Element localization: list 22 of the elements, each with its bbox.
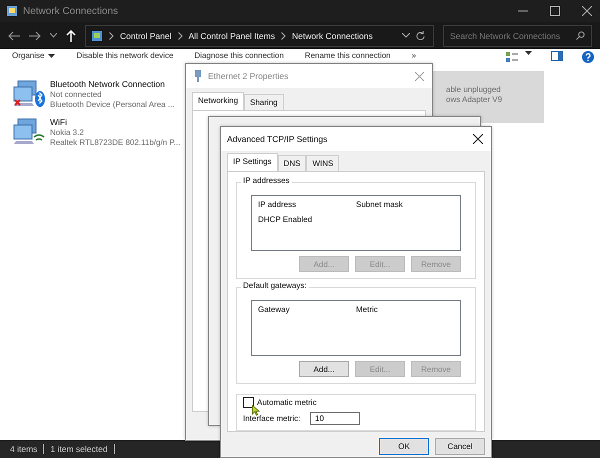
connection-status: able unplugged: [446, 85, 502, 94]
field-label: Interface metric:: [243, 414, 302, 423]
column-header: Gateway: [258, 305, 291, 314]
column-header: Metric: [356, 305, 379, 314]
connection-name: WiFi: [50, 117, 68, 127]
column-header: IP address: [258, 200, 298, 209]
connection-status: Nokia 3.2: [50, 128, 85, 137]
group-title: IP addresses: [241, 176, 292, 185]
device-name: Bluetooth Device (Personal Area ...: [50, 100, 175, 109]
item-count: 4 items: [10, 444, 38, 454]
dialog-title: Advanced TCP/IP Settings: [227, 134, 328, 144]
list-cell-text: DHCP Enabled: [258, 215, 314, 224]
connection-name: Bluetooth Network Connection: [50, 79, 166, 89]
dialog-title: Ethernet 2 Properties: [208, 71, 288, 81]
column-header: Subnet mask: [356, 200, 404, 209]
device-name: ows Adapter V9: [446, 95, 504, 104]
connection-status: Not connected: [50, 90, 103, 99]
group-title: Default gateways:: [241, 281, 309, 290]
checkbox-label: Automatic metric: [257, 398, 317, 407]
selection-count: 1 item selected: [50, 444, 108, 454]
device-name: Realtek RTL8723DE 802.11b/g/n P...: [50, 138, 180, 147]
window-title: Network Connections: [23, 6, 118, 16]
